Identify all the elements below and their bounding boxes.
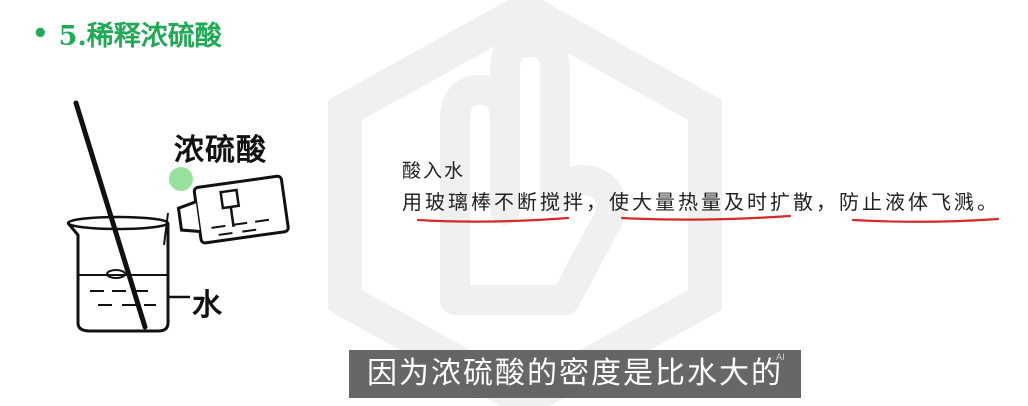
note-acid-into-water: 酸入水 xyxy=(402,160,466,182)
bullet-icon: • xyxy=(32,18,49,49)
note-stir: 用玻璃棒不断搅拌， xyxy=(402,190,609,214)
ai-tag: AI xyxy=(776,353,785,363)
note-heat: 使大量热量及时扩散， xyxy=(609,190,839,214)
acid-bottle xyxy=(176,174,290,245)
slide-title: 5.稀释浓硫酸 xyxy=(58,21,222,52)
water-label: 水 xyxy=(192,288,222,323)
slide-title-row: • 5.稀释浓硫酸 xyxy=(32,14,222,53)
note-splash: 防止液体飞溅。 xyxy=(839,190,1000,214)
note-line-2: 用玻璃棒不断搅拌，使大量热量及时扩散，防止液体飞溅。 xyxy=(402,186,1000,215)
glass-rod xyxy=(73,100,148,330)
acid-label: 浓硫酸 xyxy=(174,133,267,168)
pointer-highlight xyxy=(169,167,193,191)
underline-splash xyxy=(851,217,1000,223)
video-subtitle: 因为浓硫酸的密度是比水大的 xyxy=(349,350,801,398)
